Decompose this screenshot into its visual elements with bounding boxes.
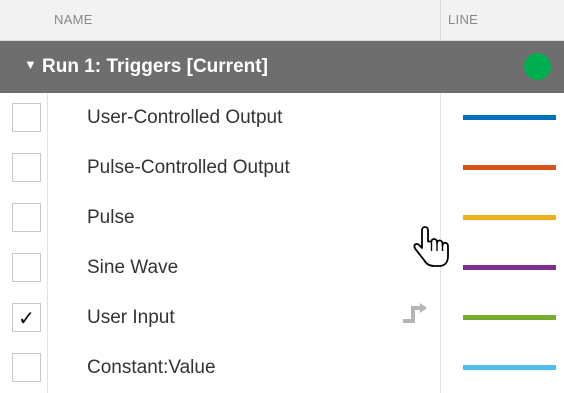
signal-table: NAME LINE ▼ Run 1: Triggers [Current] Us… [0, 0, 564, 393]
line-style-swatch[interactable] [463, 315, 556, 320]
signal-checkbox[interactable] [12, 253, 41, 282]
signal-name: Pulse-Controlled Output [87, 157, 290, 178]
signal-name: User Input [87, 307, 175, 328]
checkbox-cell [0, 143, 48, 193]
checkbox-cell [0, 243, 48, 293]
signal-name: Pulse [87, 207, 135, 228]
line-style-swatch[interactable] [463, 115, 556, 120]
signal-checkbox[interactable]: ✓ [12, 303, 41, 332]
checkbox-cell [0, 93, 48, 143]
signal-row[interactable]: User-Controlled Output [0, 93, 564, 143]
current-run-status-icon [524, 53, 551, 80]
column-divider[interactable] [440, 0, 441, 41]
column-divider [440, 93, 441, 143]
signal-row[interactable]: Pulse-Controlled Output [0, 143, 564, 193]
run-row[interactable]: ▼ Run 1: Triggers [Current] [0, 41, 564, 93]
line-style-swatch[interactable] [463, 265, 556, 270]
column-divider [440, 293, 441, 343]
signal-list: User-Controlled Output Pulse-Controlled … [0, 93, 564, 393]
name-column-header[interactable]: NAME [54, 12, 93, 27]
signal-row[interactable]: Pulse [0, 193, 564, 243]
signal-checkbox[interactable] [12, 203, 41, 232]
run-title: Run 1: Triggers [Current] [42, 56, 268, 77]
line-style-swatch[interactable] [463, 365, 556, 370]
signal-checkbox[interactable] [12, 153, 41, 182]
column-divider [440, 343, 441, 393]
checkbox-cell [0, 343, 48, 393]
table-header: NAME LINE [0, 0, 564, 41]
signal-name: Sine Wave [87, 257, 179, 278]
signal-name: Constant:Value [87, 357, 216, 378]
signal-row[interactable]: ✓ User Input [0, 293, 564, 343]
line-column-header[interactable]: LINE [448, 12, 478, 27]
trigger-icon[interactable] [400, 299, 434, 325]
signal-checkbox[interactable] [12, 353, 41, 382]
signal-row[interactable]: Sine Wave [0, 243, 564, 293]
line-style-swatch[interactable] [463, 165, 556, 170]
expand-caret-icon[interactable]: ▼ [24, 57, 37, 72]
signal-row[interactable]: Constant:Value [0, 343, 564, 393]
checkbox-cell: ✓ [0, 293, 48, 343]
signal-checkbox[interactable] [12, 103, 41, 132]
signal-name: User-Controlled Output [87, 107, 283, 128]
hand-pointer-icon [413, 226, 449, 267]
line-style-swatch[interactable] [463, 215, 556, 220]
column-divider [440, 143, 441, 193]
checkbox-cell [0, 193, 48, 243]
